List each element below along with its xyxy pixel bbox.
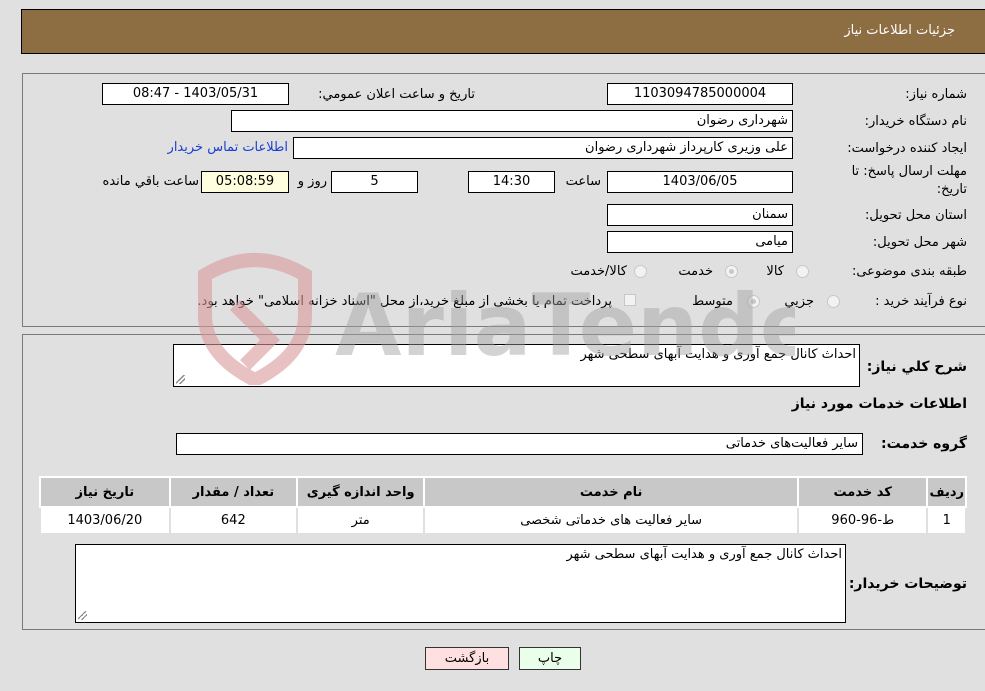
buyer-notes-textarea[interactable]: احداث کانال جمع آوری و هدایت آبهای سطحی … <box>75 544 846 623</box>
print-button[interactable]: چاپ <box>519 647 581 670</box>
resize-grip-icon[interactable] <box>176 375 185 384</box>
col-row-number: ردیف <box>926 476 967 508</box>
buyer-contact-link[interactable]: اطلاعات تماس خریدار <box>168 140 288 155</box>
buyer-org-label: نام دستگاه خریدار: <box>864 114 967 129</box>
services-table: ردیف کد خدمت نام خدمت واحد اندازه گیری ت… <box>39 476 967 535</box>
days-remaining-field[interactable]: 5 <box>331 171 418 193</box>
days-label: روز و <box>297 174 327 189</box>
category-radio-service[interactable] <box>725 265 738 278</box>
need-number-field[interactable]: 1103094785000004 <box>607 83 793 105</box>
service-group-label: گروه خدمت: <box>881 436 967 452</box>
page-title: جزئیات اطلاعات نیاز <box>844 23 955 38</box>
table-row: 1 ط-96-960 سایر فعالیت های خدماتی شخصی م… <box>39 506 967 535</box>
col-service-code: کد خدمت <box>796 476 929 508</box>
need-number-label: شماره نیاز: <box>905 87 967 102</box>
table-header-row: ردیف کد خدمت نام خدمت واحد اندازه گیری ت… <box>39 476 967 508</box>
category-option-service: خدمت <box>678 264 713 279</box>
process-radio-medium[interactable] <box>747 295 760 308</box>
category-label: طبقه بندی موضوعی: <box>851 264 967 279</box>
process-option-medium: متوسط <box>692 294 733 309</box>
deadline-time-field[interactable]: 14:30 <box>468 171 555 193</box>
cell-unit: متر <box>295 506 426 535</box>
category-option-goods: کالا <box>766 264 784 279</box>
city-label: شهر محل تحویل: <box>872 235 967 250</box>
summary-label: شرح کلي نیاز: <box>866 359 967 375</box>
cell-need-date: 1403/06/20 <box>39 506 171 535</box>
category-option-goods-service: کالا/خدمت <box>570 264 627 279</box>
buyer-notes-label: توضیحات خریدار: <box>848 576 967 592</box>
remaining-time-field: 05:08:59 <box>201 171 289 193</box>
cell-row-number: 1 <box>926 506 967 535</box>
page-header: جزئیات اطلاعات نیاز <box>21 9 985 54</box>
cell-quantity: 642 <box>168 506 299 535</box>
col-need-date: تاریخ نیاز <box>39 476 171 508</box>
cell-service-name: سایر فعالیت های خدماتی شخصی <box>423 506 799 535</box>
process-radio-minor[interactable] <box>827 295 840 308</box>
deadline-label: مهلت ارسال پاسخ: تا <box>851 164 967 179</box>
treasury-checkbox[interactable] <box>624 294 636 306</box>
summary-textarea[interactable]: احداث کانال جمع آوری و هدایت آبهای سطحی … <box>173 344 860 387</box>
process-label: نوع فرآیند خرید : <box>875 294 967 309</box>
col-unit: واحد اندازه گیری <box>295 476 426 508</box>
deadline-date-field[interactable]: 1403/06/05 <box>607 171 793 193</box>
announce-datetime-field[interactable]: 1403/05/31 - 08:47 <box>102 83 289 105</box>
resize-grip-icon[interactable] <box>78 611 87 620</box>
process-option-minor: جزيي <box>784 294 814 309</box>
summary-text: احداث کانال جمع آوری و هدایت آبهای سطحی … <box>580 347 856 362</box>
buyer-org-field[interactable]: شهرداری رضوان <box>231 110 793 132</box>
creator-field[interactable]: علی وزیری کارپرداز شهرداری رضوان <box>293 137 793 159</box>
services-heading: اطلاعات خدمات مورد نیاز <box>791 396 967 412</box>
cell-service-code: ط-96-960 <box>796 506 929 535</box>
province-field[interactable]: سمنان <box>607 204 793 226</box>
category-radio-goods[interactable] <box>796 265 809 278</box>
col-service-name: نام خدمت <box>423 476 799 508</box>
announce-label: تاریخ و ساعت اعلان عمومي: <box>318 87 475 102</box>
back-button[interactable]: بازگشت <box>425 647 509 670</box>
buyer-notes-text: احداث کانال جمع آوری و هدایت آبهای سطحی … <box>566 547 842 562</box>
province-label: استان محل تحویل: <box>865 208 967 223</box>
creator-label: ایجاد کننده درخواست: <box>847 141 967 156</box>
remaining-time-label: ساعت باقي مانده <box>102 174 199 189</box>
category-radio-goods-service[interactable] <box>634 265 647 278</box>
deadline-label-date: تاریخ: <box>936 182 967 197</box>
col-quantity: تعداد / مقدار <box>168 476 299 508</box>
city-field[interactable]: میامی <box>607 231 793 253</box>
treasury-note: پرداخت تمام یا بخشی از مبلغ خرید،از محل … <box>197 294 612 309</box>
service-group-field[interactable]: سایر فعالیت‌های خدماتی <box>176 433 863 455</box>
deadline-time-label: ساعت <box>565 174 601 189</box>
